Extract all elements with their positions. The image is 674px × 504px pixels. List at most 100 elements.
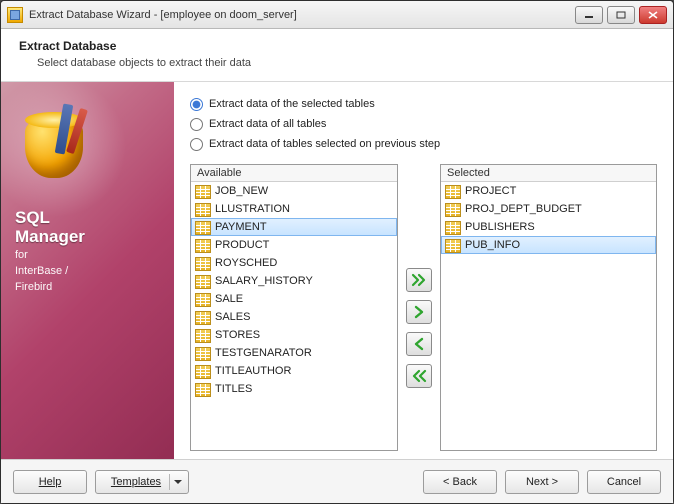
list-item[interactable]: LLUSTRATION <box>191 200 397 218</box>
table-icon <box>195 365 209 377</box>
extract-options: Extract data of the selected tables Extr… <box>190 94 657 154</box>
list-item[interactable]: TESTGENARATOR <box>191 344 397 362</box>
list-item[interactable]: PROJ_DEPT_BUDGET <box>441 200 656 218</box>
radio-previous-step[interactable]: Extract data of tables selected on previ… <box>190 134 657 154</box>
list-item-label: PAYMENT <box>215 221 267 233</box>
help-button-label: Help <box>39 476 62 488</box>
list-item-label: PRODUCT <box>215 239 269 251</box>
table-icon <box>195 239 209 251</box>
list-item[interactable]: JOB_NEW <box>191 182 397 200</box>
remove-button[interactable] <box>406 332 432 356</box>
back-button-label: < Back <box>443 476 477 488</box>
table-icon <box>445 221 459 233</box>
radio-previous-step-label: Extract data of tables selected on previ… <box>209 138 440 150</box>
radio-all-tables[interactable]: Extract data of all tables <box>190 114 657 134</box>
page-subtitle: Select database objects to extract their… <box>19 57 655 69</box>
back-button[interactable]: < Back <box>423 470 497 494</box>
table-icon <box>195 257 209 269</box>
available-header: Available <box>191 165 397 182</box>
list-item[interactable]: PRODUCT <box>191 236 397 254</box>
wizard-window: Extract Database Wizard - [employee on d… <box>0 0 674 504</box>
product-for-line2: InterBase / <box>15 264 160 278</box>
double-left-icon <box>411 369 427 383</box>
radio-selected-tables-input[interactable] <box>190 98 203 111</box>
list-item-label: SALES <box>215 311 250 323</box>
close-icon <box>648 11 658 19</box>
cancel-button-label: Cancel <box>607 476 641 488</box>
maximize-icon <box>616 11 626 19</box>
close-button[interactable] <box>639 6 667 24</box>
list-item[interactable]: ROYSCHED <box>191 254 397 272</box>
table-icon <box>195 347 209 359</box>
list-item-label: JOB_NEW <box>215 185 268 197</box>
list-item-label: PUB_INFO <box>465 239 520 251</box>
available-list[interactable]: JOB_NEW LLUSTRATION PAYMENT PRODUCT ROYSCHED… <box>191 182 397 450</box>
table-icon <box>195 293 209 305</box>
list-item-label: LLUSTRATION <box>215 203 290 215</box>
next-button[interactable]: Next > <box>505 470 579 494</box>
table-icon <box>195 221 209 233</box>
list-item[interactable]: STORES <box>191 326 397 344</box>
list-item[interactable]: TITLEAUTHOR <box>191 362 397 380</box>
list-item-label: ROYSCHED <box>215 257 277 269</box>
table-icon <box>195 275 209 287</box>
radio-previous-step-input[interactable] <box>190 138 203 151</box>
list-item-label: TITLES <box>215 383 252 395</box>
table-icon <box>445 203 459 215</box>
templates-button[interactable]: Templates <box>95 470 189 494</box>
product-for-line3: Firebird <box>15 280 160 294</box>
app-icon <box>7 7 23 23</box>
selected-header: Selected <box>441 165 656 182</box>
available-panel: Available JOB_NEW LLUSTRATION PAYMENT PRODU… <box>190 164 398 451</box>
templates-button-label: Templates <box>111 476 161 488</box>
selected-list[interactable]: PROJECT PROJ_DEPT_BUDGET PUBLISHERS PUB_INF… <box>441 182 656 450</box>
list-item[interactable]: TITLES <box>191 380 397 398</box>
cancel-button[interactable]: Cancel <box>587 470 661 494</box>
footer: Help Templates < Back Next > Cancel <box>1 459 673 503</box>
list-item[interactable]: SALARY_HISTORY <box>191 272 397 290</box>
left-icon <box>411 337 427 351</box>
page-title: Extract Database <box>19 39 655 53</box>
window-title: Extract Database Wizard - [employee on d… <box>29 9 297 21</box>
wizard-body: SQL Manager for InterBase / Firebird Ext… <box>1 82 673 459</box>
double-right-icon <box>411 273 427 287</box>
table-icon <box>195 203 209 215</box>
remove-all-button[interactable] <box>406 364 432 388</box>
list-item[interactable]: PUB_INFO <box>441 236 656 254</box>
table-icon <box>195 383 209 395</box>
help-button[interactable]: Help <box>13 470 87 494</box>
table-icon <box>195 311 209 323</box>
maximize-button[interactable] <box>607 6 635 24</box>
right-icon <box>411 305 427 319</box>
wizard-header: Extract Database Select database objects… <box>1 29 673 82</box>
list-item[interactable]: SALES <box>191 308 397 326</box>
selected-panel: Selected PROJECT PROJ_DEPT_BUDGET PUBLISHE… <box>440 164 657 451</box>
list-item-label: PROJ_DEPT_BUDGET <box>465 203 582 215</box>
product-name-line2: Manager <box>15 227 160 246</box>
radio-all-tables-label: Extract data of all tables <box>209 118 326 130</box>
main-panel: Extract data of the selected tables Extr… <box>174 82 673 459</box>
next-button-label: Next > <box>526 476 558 488</box>
list-item-label: SALARY_HISTORY <box>215 275 313 287</box>
list-item[interactable]: SALE <box>191 290 397 308</box>
list-item[interactable]: PUBLISHERS <box>441 218 656 236</box>
transfer-buttons <box>406 164 432 451</box>
lists-area: Available JOB_NEW LLUSTRATION PAYMENT PRODU… <box>190 164 657 451</box>
list-item[interactable]: PAYMENT <box>191 218 397 236</box>
list-item-label: STORES <box>215 329 260 341</box>
list-item[interactable]: PROJECT <box>441 182 656 200</box>
minimize-icon <box>584 11 594 19</box>
minimize-button[interactable] <box>575 6 603 24</box>
list-item-label: TESTGENARATOR <box>215 347 312 359</box>
radio-selected-tables[interactable]: Extract data of the selected tables <box>190 94 657 114</box>
table-icon <box>445 185 459 197</box>
sidebar: SQL Manager for InterBase / Firebird <box>1 82 174 459</box>
add-all-button[interactable] <box>406 268 432 292</box>
table-icon <box>445 239 459 251</box>
radio-all-tables-input[interactable] <box>190 118 203 131</box>
list-item-label: TITLEAUTHOR <box>215 365 291 377</box>
table-icon <box>195 185 209 197</box>
window-controls <box>575 6 667 24</box>
radio-selected-tables-label: Extract data of the selected tables <box>209 98 375 110</box>
add-button[interactable] <box>406 300 432 324</box>
